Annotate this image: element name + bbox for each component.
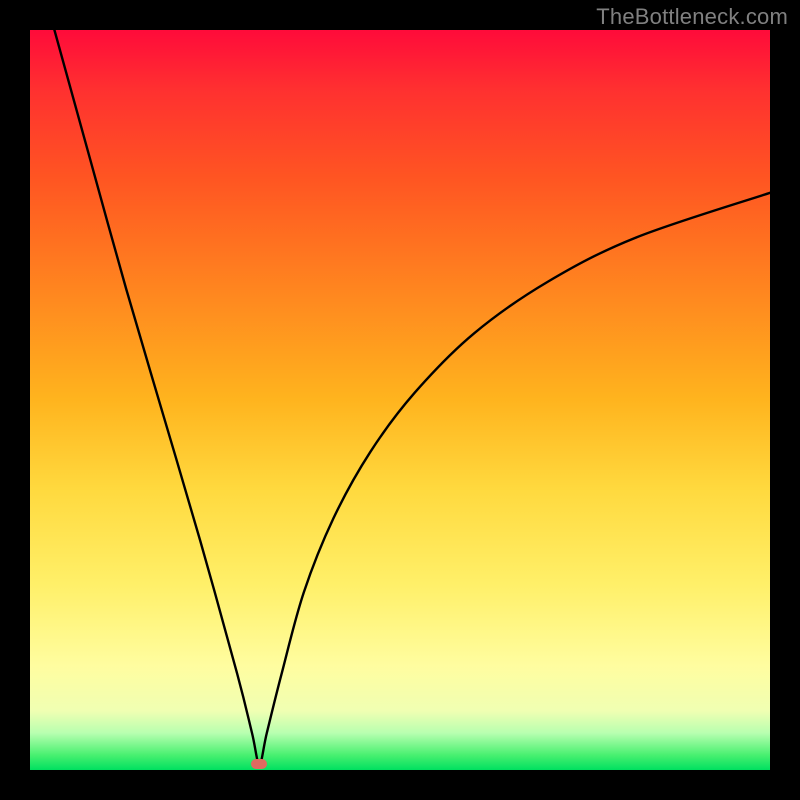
plot-area xyxy=(30,30,770,770)
bottleneck-curve xyxy=(54,30,770,764)
chart-frame: TheBottleneck.com xyxy=(0,0,800,800)
curve-svg xyxy=(30,30,770,770)
watermark-text: TheBottleneck.com xyxy=(596,4,788,30)
minimum-marker xyxy=(251,759,267,769)
